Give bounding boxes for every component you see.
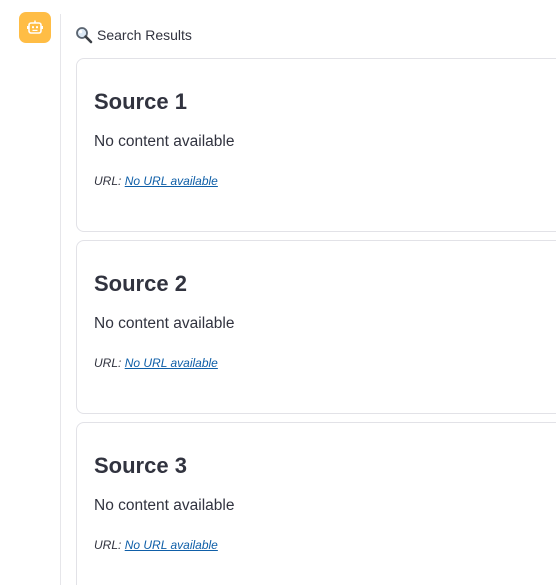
robot-icon xyxy=(26,19,44,37)
source-content: No content available xyxy=(94,133,235,150)
source-url-link[interactable]: No URL available xyxy=(125,356,218,370)
source-url-link[interactable]: No URL available xyxy=(125,174,218,188)
search-results-title: Search Results xyxy=(97,27,192,43)
magnifying-glass-icon xyxy=(75,26,93,44)
source-card: Source 1 No content available URL: No UR… xyxy=(76,58,556,232)
source-url-link[interactable]: No URL available xyxy=(125,538,218,552)
source-list: Source 1 No content available URL: No UR… xyxy=(76,58,556,585)
chat-page: Search Results Source 1 No content avail… xyxy=(0,0,556,585)
source-title: Source 2 xyxy=(94,271,187,296)
source-url-line: URL: No URL available xyxy=(94,537,556,553)
message-divider xyxy=(60,14,61,585)
source-title: Source 1 xyxy=(94,89,187,114)
source-card: Source 3 No content available URL: No UR… xyxy=(76,422,556,585)
url-label: URL: xyxy=(94,174,125,188)
source-content: No content available xyxy=(94,315,235,332)
source-url-line: URL: No URL available xyxy=(94,355,556,371)
source-content: No content available xyxy=(94,497,235,514)
source-card: Source 2 No content available URL: No UR… xyxy=(76,240,556,414)
source-title: Source 3 xyxy=(94,453,187,478)
url-label: URL: xyxy=(94,356,125,370)
search-results-header: Search Results xyxy=(75,24,192,46)
url-label: URL: xyxy=(94,538,125,552)
assistant-avatar xyxy=(19,12,51,43)
source-url-line: URL: No URL available xyxy=(94,173,556,189)
